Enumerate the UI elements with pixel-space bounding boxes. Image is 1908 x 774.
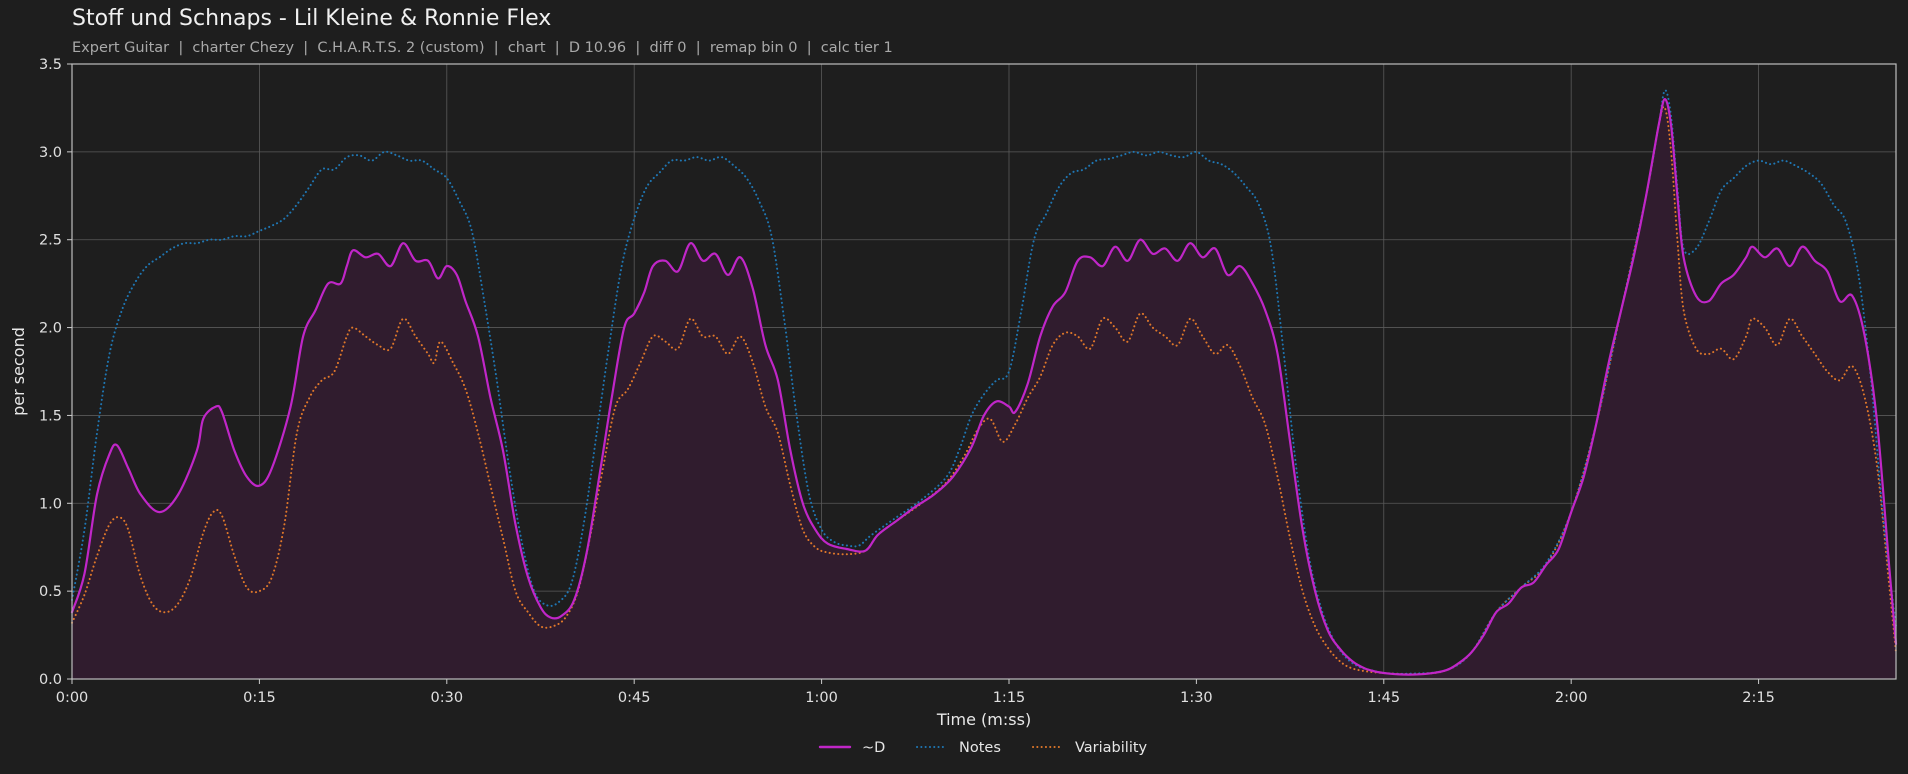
- line-chart: 0:00 0:15 0:30 0:45 1:00 1:15 1:30 1:45 2:00 2:15…: [9, 57, 1898, 756]
- x-tick-label: 0:00: [56, 690, 89, 706]
- y-tick-label: 0.0: [39, 672, 62, 688]
- y-axis-label: per second: [9, 327, 28, 416]
- x-tick-label: 1:00: [805, 690, 838, 706]
- x-tick-label: 1:15: [993, 690, 1026, 706]
- y-tick-label: 2.5: [39, 233, 62, 249]
- series-layer: [70, 89, 1898, 680]
- d-area-fill: [72, 99, 1896, 680]
- legend-label: Variability: [1075, 740, 1148, 756]
- legend-label: ~D: [862, 740, 885, 756]
- y-tick-label: 0.5: [39, 584, 62, 600]
- x-axis-label: Time (m:ss): [936, 710, 1031, 729]
- y-tick-label: 3.0: [39, 145, 62, 161]
- y-tick-label: 1.0: [39, 496, 62, 512]
- y-tick-label: 2.0: [39, 321, 62, 337]
- y-axis: 0.0 0.5 1.0 1.5 2.0 2.5 3.0 3.5: [39, 57, 72, 688]
- x-tick-label: 0:30: [431, 690, 464, 706]
- x-tick-label: 0:45: [618, 690, 651, 706]
- legend-label: Notes: [959, 740, 1001, 756]
- y-tick-label: 1.5: [39, 408, 62, 424]
- x-axis: 0:00 0:15 0:30 0:45 1:00 1:15 1:30 1:45 2:00 2:15: [56, 679, 1775, 706]
- x-tick-label: 0:15: [243, 690, 276, 706]
- x-tick-label: 1:45: [1367, 690, 1400, 706]
- x-tick-label: 1:30: [1180, 690, 1213, 706]
- y-tick-label: 3.5: [39, 57, 62, 73]
- legend: ~D Notes Variability: [818, 740, 1148, 756]
- x-tick-label: 2:15: [1742, 690, 1775, 706]
- x-tick-label: 2:00: [1555, 690, 1588, 706]
